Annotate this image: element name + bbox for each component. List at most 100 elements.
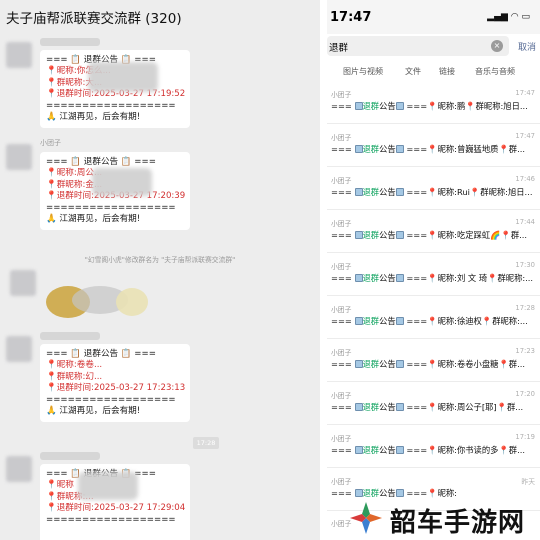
snippet-prefix: === [331, 488, 352, 498]
avatar[interactable] [6, 144, 32, 170]
result-time: 17:20 [515, 390, 535, 398]
snippet-label: 公告 [379, 402, 396, 412]
snippet-label: 公告 [379, 144, 396, 154]
clipboard-icon [395, 231, 404, 239]
pin-icon: 📍 [427, 316, 438, 326]
pin-icon: 📍 [481, 316, 493, 326]
search-result-row[interactable]: 小团子 17:28 === 退群公告 ===📍昵称:徐迪权📍群昵称:... [327, 301, 540, 339]
tab-media[interactable]: 图片与视频 [343, 66, 383, 77]
snippet-prefix: === [331, 101, 352, 111]
clipboard-icon [395, 188, 404, 196]
search-result-row[interactable]: 小团子 17:47 === 退群公告 ===📍昵称:曾巍猛地质📍群... [327, 129, 540, 167]
clipboard-icon [395, 102, 404, 110]
pin-icon: 📍 [427, 488, 438, 498]
sticker-image[interactable] [40, 280, 150, 320]
search-input[interactable]: 退群 × [327, 36, 509, 56]
search-result-row[interactable]: 小团子 17:19 === 退群公告 ===📍昵称:你书读的多📍群... [327, 430, 540, 468]
blur-mask [88, 62, 158, 92]
search-result-row[interactable]: 小团子 17:47 === 退群公告 ===📍昵称:鹏📍群昵称:旭日... [327, 86, 540, 124]
result-time: 17:23 [515, 347, 535, 355]
bubble-line: ================== [46, 514, 176, 525]
search-result-row[interactable]: 小团子 17:30 === 退群公告 ===📍昵称:刘 文 琦📍群昵称:... [327, 258, 540, 296]
snippet-group-nick: 群昵称:... [497, 273, 534, 283]
bubble-line: === 📋 退群公告 📋 === [46, 349, 156, 359]
clipboard-icon [395, 145, 404, 153]
watermark-logo-icon [350, 502, 382, 534]
pin-icon: 📍 [427, 273, 438, 283]
snippet-keyword: 退群 [362, 359, 380, 369]
result-snippet: === 退群公告 ===📍昵称:曾巍猛地质📍群... [331, 143, 536, 155]
snippet-keyword: 退群 [362, 402, 380, 412]
status-clock: 17:47 [330, 10, 372, 25]
snippet-label: 公告 [379, 359, 396, 369]
clear-icon[interactable]: × [491, 40, 503, 52]
search-result-row[interactable]: 小团子 17:44 === 退群公告 ===📍昵称:吃定踩虹🌈📍群... [327, 215, 540, 253]
result-sender: 小团子 [331, 392, 352, 400]
search-pane: 17:47 ▂▄▆ ◠ ▭ 退群 × 取消 图片与视频 文件 链接 音乐与音频 … [327, 0, 540, 540]
result-time: 17:46 [515, 175, 535, 183]
bubble-line: 📍群昵称:幻... [46, 371, 103, 382]
snippet-keyword: 退群 [362, 230, 380, 240]
snippet-group-nick: 群昵称:旭日... [480, 187, 533, 197]
result-snippet: === 退群公告 ===📍昵称:吃定踩虹🌈📍群... [331, 229, 536, 241]
search-result-row[interactable]: 小团子 17:20 === 退群公告 ===📍昵称:周公子[耶]📍群... [327, 387, 540, 425]
result-snippet: === 退群公告 ===📍昵称:卷卷小盘糖📍群... [331, 358, 536, 370]
result-sender: 小团子 [331, 349, 352, 357]
avatar[interactable] [10, 270, 36, 296]
snippet-keyword: 退群 [362, 144, 380, 154]
snippet-group-nick: 群... [506, 402, 524, 412]
avatar[interactable] [6, 336, 32, 362]
tab-links[interactable]: 链接 [439, 66, 455, 77]
tab-audio[interactable]: 音乐与音频 [475, 66, 515, 77]
snippet-prefix: === [331, 359, 352, 369]
clipboard-icon [395, 317, 404, 325]
pin-icon: 📍 [498, 359, 509, 369]
result-snippet: === 退群公告 ===📍昵称:周公子[耶]📍群... [331, 401, 536, 413]
cancel-button[interactable]: 取消 [518, 40, 536, 53]
watermark-text: 韶车手游网 [390, 508, 526, 538]
result-sender: 小团子 [331, 478, 352, 486]
avatar[interactable] [6, 42, 32, 68]
snippet-sep: === [406, 359, 428, 369]
snippet-sep: === [406, 488, 428, 498]
pin-icon: 📍 [427, 187, 438, 197]
pin-icon: 📍 [465, 101, 476, 111]
sender-name [40, 332, 100, 340]
clipboard-icon [354, 274, 363, 282]
clipboard-icon [354, 446, 363, 454]
search-result-row[interactable]: 小团子 17:23 === 退群公告 ===📍昵称:卷卷小盘糖📍群... [327, 344, 540, 382]
avatar[interactable] [6, 456, 32, 482]
chat-title: 夫子庙帮派联赛交流群 (320) [6, 11, 182, 27]
snippet-sep: === [406, 101, 428, 111]
snippet-prefix: === [331, 316, 352, 326]
message-bubble[interactable]: === 📋 退群公告 📋 === 📍昵称:卷卷... 📍群昵称:幻... 📍退群… [40, 344, 190, 423]
bubble-line: 🙏 江湖再见，后会有期! [46, 406, 141, 417]
pin-icon: 📍 [427, 445, 438, 455]
clipboard-icon [395, 403, 404, 411]
system-notice: "幻雪阁小虎"修改群名为 "夫子庙帮派联赛交流群" [84, 256, 236, 264]
pin-icon: 📍 [487, 273, 498, 283]
search-query: 退群 [329, 43, 349, 54]
site-watermark: 韶车手游网 [348, 498, 538, 538]
bubble-line: 🙏 江湖再见，后会有期! [46, 112, 141, 123]
clipboard-icon [354, 231, 363, 239]
snippet-group-nick: 群昵称:... [492, 316, 528, 326]
status-bar: 17:47 ▂▄▆ ◠ ▭ [327, 0, 540, 34]
snippet-label: 公告 [379, 187, 396, 197]
result-snippet: === 退群公告 ===📍昵称:刘 文 琦📍群昵称:... [331, 272, 536, 284]
snippet-sep: === [406, 316, 428, 326]
tab-files[interactable]: 文件 [405, 66, 421, 77]
pin-icon: 📍 [496, 402, 507, 412]
snippet-prefix: === [331, 273, 352, 283]
snippet-keyword: 退群 [362, 316, 380, 326]
snippet-nickname: 昵称:刘 文 琦 [437, 273, 488, 283]
result-snippet: === 退群公告 ===📍昵称:徐迪权📍群昵称:... [331, 315, 536, 327]
clipboard-icon [395, 360, 404, 368]
clipboard-icon [354, 489, 363, 497]
snippet-nickname: 昵称:Rui [437, 187, 470, 197]
search-result-row[interactable]: 小团子 17:46 === 退群公告 ===📍昵称:Rui📍群昵称:旭日... [327, 172, 540, 210]
bubble-line: 📍昵称:卷卷... [46, 360, 103, 371]
snippet-prefix: === [331, 187, 352, 197]
result-sender: 小团子 [331, 134, 352, 142]
snippet-nickname: 昵称:周公子[耶] [437, 402, 497, 412]
